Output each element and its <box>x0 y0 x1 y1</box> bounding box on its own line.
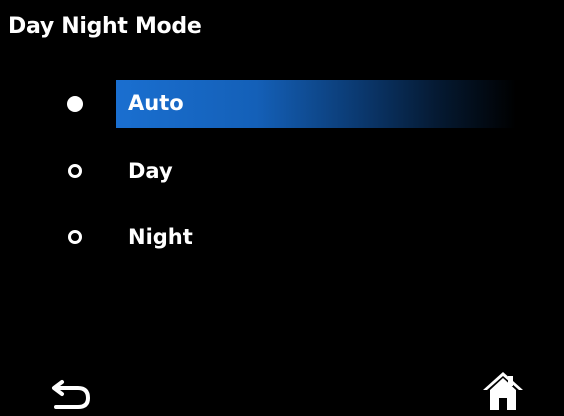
radio-selected-icon <box>67 96 83 112</box>
radio-unselected-icon <box>68 164 82 178</box>
option-label-auto: Auto <box>128 91 184 115</box>
radio-unselected-icon <box>68 230 82 244</box>
home-icon <box>483 372 523 410</box>
back-button[interactable] <box>48 372 98 412</box>
option-day[interactable]: Day <box>60 148 520 196</box>
back-arrow-icon <box>52 380 91 409</box>
option-label-night: Night <box>128 225 193 249</box>
home-button[interactable] <box>478 368 528 412</box>
page-title: Day Night Mode <box>8 14 202 39</box>
option-night[interactable]: Night <box>60 214 520 262</box>
option-label-day: Day <box>128 159 173 183</box>
option-auto[interactable]: Auto <box>60 80 520 128</box>
